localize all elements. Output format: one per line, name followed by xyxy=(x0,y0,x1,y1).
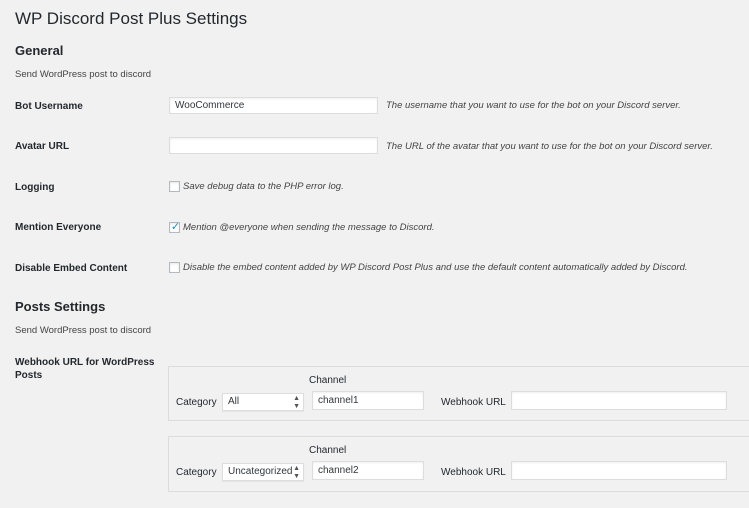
avatar-url-input[interactable] xyxy=(169,137,378,154)
bot-username-hint: The username that you want to use for th… xyxy=(386,100,681,111)
mention-everyone-label: Mention Everyone xyxy=(15,222,102,233)
logging-checkbox-label: Save debug data to the PHP error log. xyxy=(183,181,344,192)
category-select-value: Uncategorized xyxy=(228,466,293,477)
select-arrows-icon: ▲ ▼ xyxy=(293,465,300,480)
webhook-url-input[interactable] xyxy=(511,461,727,480)
disable-embed-label: Disable Embed Content xyxy=(15,263,128,274)
bot-username-label: Bot Username xyxy=(15,101,83,112)
category-select[interactable]: Uncategorized ▲ ▼ xyxy=(222,463,304,481)
webhook-url-inline-label: Webhook URL xyxy=(441,467,506,478)
avatar-url-label: Avatar URL xyxy=(15,141,70,152)
channel-input[interactable]: channel1 xyxy=(312,391,424,410)
channel-input[interactable]: channel2 xyxy=(312,461,424,480)
mention-everyone-checkbox[interactable]: ✓ xyxy=(169,221,181,233)
channel-heading: Channel xyxy=(309,445,347,456)
category-label: Category xyxy=(176,397,217,408)
avatar-url-hint: The URL of the avatar that you want to u… xyxy=(386,141,713,152)
general-section-description: Send WordPress post to discord xyxy=(15,69,152,80)
page-title: WP Discord Post Plus Settings xyxy=(15,9,248,28)
disable-embed-checkbox-label: Disable the embed content added by WP Di… xyxy=(183,262,688,273)
webhook-row: Channel Category Uncategorized ▲ ▼ channe… xyxy=(168,436,749,492)
mention-everyone-checkbox-label: Mention @everyone when sending the messa… xyxy=(183,222,435,233)
checkmark-icon: ✓ xyxy=(170,221,181,233)
webhook-row: Channel Category All ▲ ▼ channel1 Webhook… xyxy=(168,366,749,421)
posts-section-description: Send WordPress post to discord xyxy=(15,325,152,336)
webhook-url-label: Webhook URL for WordPress Posts xyxy=(15,357,155,381)
webhook-url-inline-label: Webhook URL xyxy=(441,397,506,408)
posts-section-title: Posts Settings xyxy=(15,299,106,314)
channel-heading: Channel xyxy=(309,375,347,386)
select-arrows-icon: ▲ ▼ xyxy=(293,395,300,410)
logging-label: Logging xyxy=(15,182,55,193)
webhook-url-input[interactable] xyxy=(511,391,727,410)
bot-username-input[interactable]: WooCommerce xyxy=(169,97,378,114)
general-section-title: General xyxy=(15,43,64,58)
disable-embed-checkbox[interactable] xyxy=(169,262,180,273)
category-select[interactable]: All ▲ ▼ xyxy=(222,393,304,411)
category-label: Category xyxy=(176,467,217,478)
category-select-value: All xyxy=(228,396,240,407)
logging-checkbox[interactable] xyxy=(169,181,180,192)
